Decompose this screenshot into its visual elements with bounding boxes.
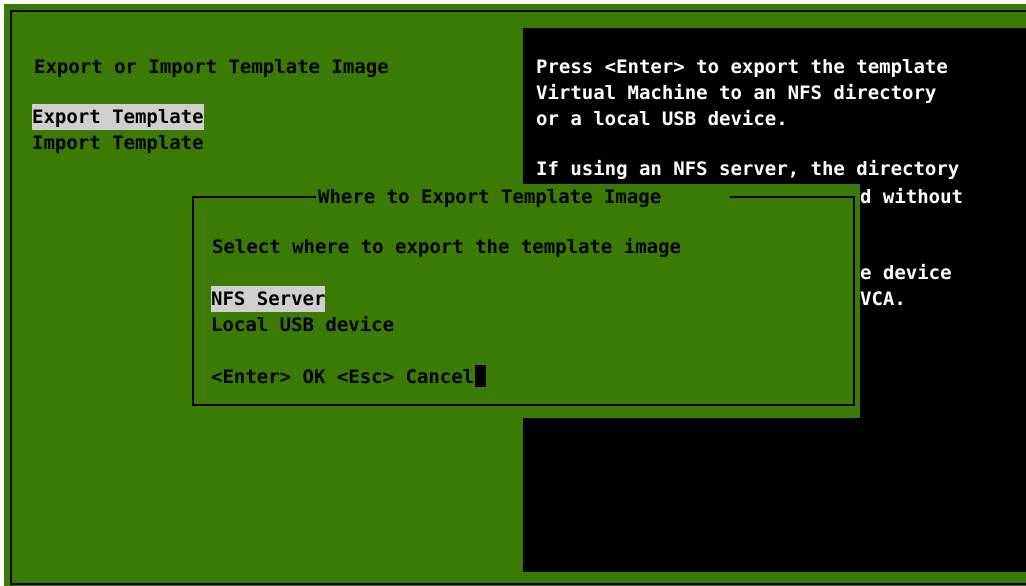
dialog-frame-top-right bbox=[730, 196, 855, 198]
help-line-8: e device bbox=[860, 262, 952, 284]
help-line-6: d without bbox=[860, 186, 963, 208]
dialog-title: Where to Export Template Image bbox=[318, 186, 662, 208]
menu-item-import-template[interactable]: Import Template bbox=[32, 130, 204, 156]
dialog-footer[interactable]: <Enter> OK <Esc> Cancel bbox=[211, 364, 487, 390]
help-line-5: If using an NFS server, the directory bbox=[536, 158, 960, 180]
text-cursor bbox=[475, 365, 487, 387]
menu-item-export-template[interactable]: Export Template bbox=[32, 104, 204, 130]
help-line-1: Press <Enter> to export the template bbox=[536, 56, 948, 78]
dialog-frame-top-left bbox=[192, 196, 316, 198]
option-local-usb-device[interactable]: Local USB device bbox=[211, 312, 394, 338]
dialog-prompt: Select where to export the template imag… bbox=[212, 236, 681, 258]
option-nfs-server[interactable]: NFS Server bbox=[211, 286, 326, 312]
help-line-2: Virtual Machine to an NFS directory bbox=[536, 82, 937, 104]
main-title: Export or Import Template Image bbox=[34, 56, 389, 78]
dialog-footer-keys: <Enter> OK <Esc> Cancel bbox=[211, 366, 475, 388]
help-line-9: VCA. bbox=[860, 288, 906, 310]
console-screen: Export or Import Template Image Export T… bbox=[0, 0, 1026, 586]
help-line-3: or a local USB device. bbox=[536, 108, 788, 130]
